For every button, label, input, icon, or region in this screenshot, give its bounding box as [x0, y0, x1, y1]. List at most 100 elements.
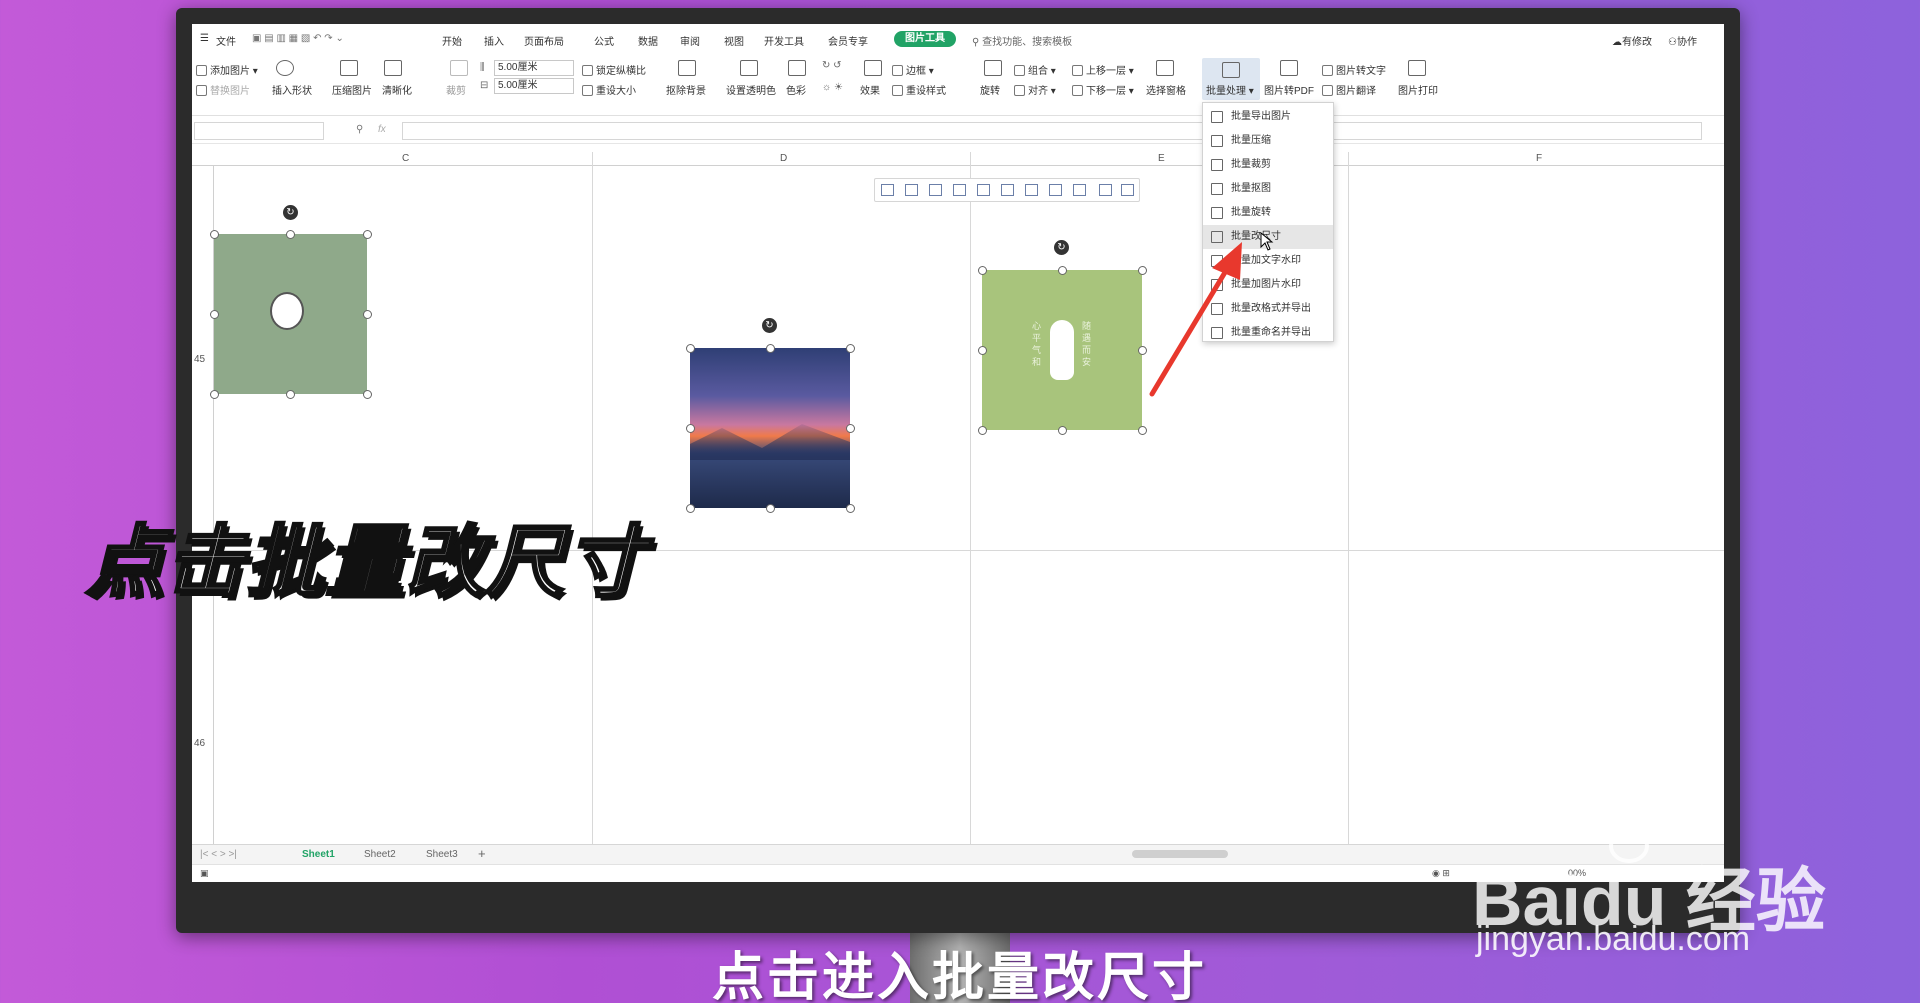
rotate-small-icons[interactable]: ↻ ↺	[822, 60, 842, 71]
resize-handle[interactable]	[1137, 425, 1147, 435]
tab-page-layout[interactable]: 页面布局	[524, 33, 564, 48]
resize-handle[interactable]	[209, 389, 219, 399]
height-input[interactable]: 5.00厘米	[494, 60, 574, 76]
column-d[interactable]: D	[780, 153, 787, 164]
resize-handle[interactable]	[685, 343, 695, 353]
to-pdf-button[interactable]: 图片转PDF	[1264, 82, 1314, 97]
add-picture-button[interactable]: 添加图片 ▾	[196, 62, 258, 77]
tab-review[interactable]: 审阅	[680, 33, 700, 48]
ungroup-shapes-icon[interactable]	[1121, 184, 1134, 196]
resize-handle[interactable]	[209, 229, 219, 239]
selection-pane-button[interactable]: 选择窗格	[1146, 82, 1186, 97]
search-box[interactable]: ⚲ 查找功能、搜索模板	[972, 33, 1072, 48]
crop-button[interactable]: 裁剪	[446, 82, 466, 97]
eye-icon[interactable]: ◉ ⊞	[1432, 868, 1450, 879]
insert-shape-button[interactable]: 插入形状	[272, 82, 312, 97]
resize-handle[interactable]	[977, 265, 987, 275]
bring-forward-button[interactable]: 上移一层 ▾	[1072, 62, 1134, 77]
resize-handle[interactable]	[977, 425, 987, 435]
to-text-button[interactable]: 图片转文字	[1322, 62, 1386, 77]
picture-sunset[interactable]	[690, 348, 850, 508]
resize-handle[interactable]	[685, 503, 695, 513]
align-middle-icon[interactable]	[977, 184, 990, 196]
resize-handle[interactable]	[362, 229, 372, 239]
tab-data[interactable]: 数据	[638, 33, 658, 48]
column-e[interactable]: E	[1158, 153, 1165, 164]
compress-button[interactable]: 压缩图片	[332, 82, 372, 97]
border-button[interactable]: 边框 ▾	[892, 62, 934, 77]
sheet-tab-2[interactable]: Sheet2	[364, 849, 396, 860]
tab-view[interactable]: 视图	[724, 33, 744, 48]
add-sheet-icon[interactable]: +	[478, 846, 486, 861]
resize-handle[interactable]	[362, 309, 372, 319]
horizontal-scrollbar[interactable]	[1132, 850, 1228, 858]
set-transparent-button[interactable]: 设置透明色	[726, 82, 776, 97]
align-left-icon[interactable]	[881, 184, 894, 196]
file-menu[interactable]: 文件	[216, 33, 236, 48]
translate-button[interactable]: 图片翻译	[1322, 82, 1376, 97]
menu-item-batch-rotate[interactable]: 批量旋转	[1203, 201, 1333, 225]
quick-access-icons[interactable]: ▣ ▤ ▥ ▦ ▧ ↶ ↷ ⌄	[252, 33, 344, 44]
effects-button[interactable]: 效果	[860, 82, 880, 97]
brightness-icons[interactable]: ☼ ☀	[822, 82, 843, 93]
rotate-handle[interactable]: ↻	[762, 318, 777, 333]
reset-style-button[interactable]: 重设样式	[892, 82, 946, 97]
resize-handle[interactable]	[362, 389, 372, 399]
resize-handle[interactable]	[286, 229, 295, 239]
align-bottom-icon[interactable]	[1001, 184, 1014, 196]
align-button[interactable]: 对齐 ▾	[1014, 82, 1056, 97]
align-center-icon[interactable]	[905, 184, 918, 196]
tab-picture-tools[interactable]: 图片工具	[894, 31, 956, 47]
distribute-horizontal-icon[interactable]	[1025, 184, 1038, 196]
tab-insert[interactable]: 插入	[484, 33, 504, 48]
send-backward-button[interactable]: 下移一层 ▾	[1072, 82, 1134, 97]
name-box[interactable]	[194, 122, 324, 140]
zoom-lookup-icon[interactable]: ⚲	[356, 124, 363, 135]
distribute-vertical-icon[interactable]	[1049, 184, 1062, 196]
group-shapes-icon[interactable]	[1099, 184, 1112, 196]
resize-handle[interactable]	[845, 343, 855, 353]
group-button[interactable]: 组合 ▾	[1014, 62, 1056, 77]
column-c[interactable]: C	[402, 153, 409, 164]
formula-input[interactable]	[402, 122, 1702, 140]
width-input[interactable]: 5.00厘米	[494, 78, 574, 94]
sheet-tab-3[interactable]: Sheet3	[426, 849, 458, 860]
menu-item-batch-crop[interactable]: 批量裁剪	[1203, 153, 1333, 177]
row-45[interactable]: 45	[194, 354, 205, 365]
menu-item-batch-compress[interactable]: 批量压缩	[1203, 129, 1333, 153]
resize-handle[interactable]	[977, 345, 987, 355]
resize-handle[interactable]	[209, 309, 219, 319]
hamburger-icon[interactable]: ☰	[200, 33, 209, 44]
tab-home[interactable]: 开始	[442, 33, 462, 48]
sheet-tab-1[interactable]: Sheet1	[302, 849, 335, 860]
lock-ratio-checkbox[interactable]: 锁定纵横比	[582, 62, 646, 77]
align-top-icon[interactable]	[953, 184, 966, 196]
rotate-button[interactable]: 旋转	[980, 82, 1000, 97]
rotate-handle[interactable]: ↻	[1054, 240, 1069, 255]
collaborate-button[interactable]: ⚇协作	[1668, 33, 1697, 48]
column-f[interactable]: F	[1536, 153, 1542, 164]
resize-handle[interactable]	[1057, 425, 1067, 435]
sheet-nav-icons[interactable]: |< < > >|	[200, 849, 237, 860]
print-button[interactable]: 图片打印	[1398, 82, 1438, 97]
reset-size-button[interactable]: 重设大小	[582, 82, 636, 97]
revision-button[interactable]: ☁有修改	[1612, 33, 1652, 48]
resize-handle[interactable]	[845, 423, 855, 433]
clarity-button[interactable]: 清晰化	[382, 82, 412, 97]
resize-handle[interactable]	[685, 423, 695, 433]
rotate-handle[interactable]: ↻	[283, 205, 298, 220]
menu-item-batch-cutout[interactable]: 批量抠图	[1203, 177, 1333, 201]
menu-item-batch-export[interactable]: 批量导出图片	[1203, 105, 1333, 129]
tab-member[interactable]: 会员专享	[828, 33, 868, 48]
row-46[interactable]: 46	[194, 738, 205, 749]
color-button[interactable]: 色彩	[786, 82, 806, 97]
resize-handle[interactable]	[765, 503, 775, 513]
resize-handle[interactable]	[1057, 265, 1067, 275]
distribute-spacing-icon[interactable]	[1073, 184, 1086, 196]
align-right-icon[interactable]	[929, 184, 942, 196]
picture-green-card[interactable]: 心平气和 随遇而安	[982, 270, 1142, 430]
resize-handle[interactable]	[765, 343, 775, 353]
tab-formulas[interactable]: 公式	[594, 33, 614, 48]
resize-handle[interactable]	[845, 503, 855, 513]
batch-process-button[interactable]: 批量处理 ▾	[1202, 58, 1260, 100]
